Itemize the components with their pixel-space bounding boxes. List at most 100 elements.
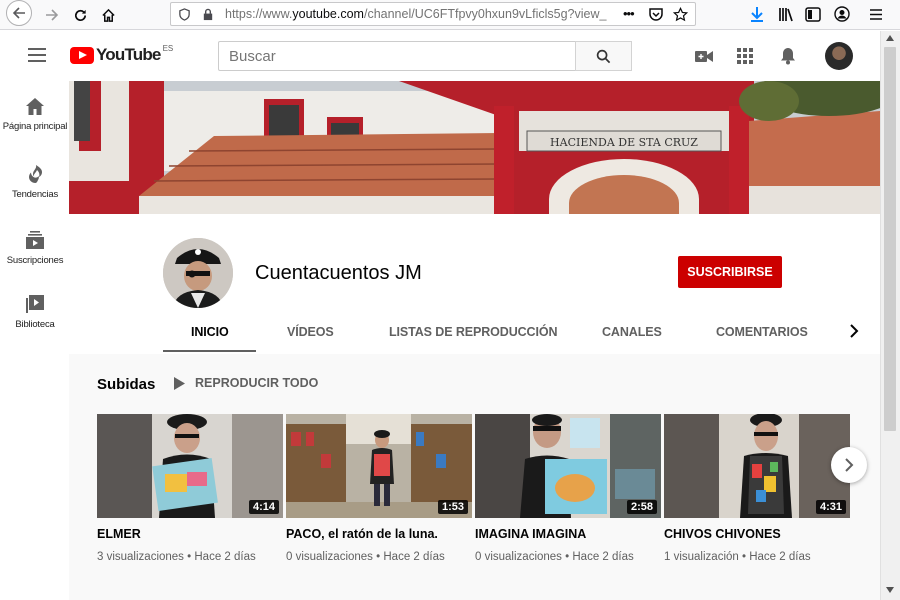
channel-header: Cuentacuentos JM SUSCRIBIRSE INICIO VÍDE… <box>69 214 880 354</box>
download-icon[interactable] <box>749 6 765 23</box>
apps-grid-icon <box>737 48 753 64</box>
sidebar-item-label: Suscripciones <box>6 255 64 266</box>
video-age: Hace 2 días <box>194 551 256 563</box>
video-duration: 2:58 <box>626 500 657 514</box>
video-views: 3 visualizaciones <box>97 551 184 563</box>
search-input[interactable]: Buscar <box>218 41 576 71</box>
search-button[interactable] <box>575 41 632 71</box>
sidebar-item-home[interactable]: Página principal <box>0 98 70 132</box>
scroll-up-arrow-icon[interactable] <box>886 35 894 41</box>
tab-playlists[interactable]: LISTAS DE REPRODUCCIÓN <box>389 325 558 339</box>
play-all-label: REPRODUCIR TODO <box>195 376 319 390</box>
page-actions-icon[interactable]: ••• <box>623 6 635 21</box>
youtube-logo[interactable]: YouTube ES <box>70 43 174 65</box>
video-title[interactable]: PACO, el ratón de la luna. <box>286 527 472 541</box>
video-age: Hace 2 días <box>749 551 811 563</box>
library-icon <box>26 295 44 313</box>
house-icon <box>101 8 115 22</box>
channel-avatar[interactable] <box>163 238 233 308</box>
page-scrollbar[interactable] <box>880 31 900 600</box>
browser-toolbar: https://www.youtube.com/channel/UC6FTfpv… <box>0 0 900 30</box>
shelf-next-button[interactable] <box>831 447 867 483</box>
video-views: 0 visualizaciones <box>286 551 373 563</box>
reload-button[interactable] <box>68 3 92 27</box>
video-thumbnail[interactable]: 4:14 <box>97 414 283 518</box>
channel-banner: HACIENDA DE STA CRUZ <box>69 81 880 214</box>
url-text: https://www.youtube.com/channel/UC6FTfpv… <box>225 7 617 21</box>
video-views: 0 visualizaciones <box>475 551 562 563</box>
address-bar[interactable]: https://www.youtube.com/channel/UC6FTfpv… <box>170 2 696 26</box>
lock-icon[interactable] <box>202 8 214 21</box>
bell-icon <box>781 48 795 65</box>
home-button[interactable] <box>96 3 120 27</box>
tab-comments[interactable]: COMENTARIOS <box>716 325 808 339</box>
guide-menu-icon[interactable] <box>28 48 46 62</box>
video-metadata: 0 visualizaciones • Hace 2 días <box>286 551 445 563</box>
search-placeholder: Buscar <box>229 48 276 65</box>
sidebar-toggle-icon[interactable] <box>805 7 821 22</box>
scroll-down-arrow-icon[interactable] <box>886 587 894 593</box>
scrollbar-thumb[interactable] <box>884 47 896 431</box>
video-thumbnail[interactable]: 1:53 <box>286 414 472 518</box>
subscriptions-icon <box>26 231 44 249</box>
search-icon <box>596 49 611 63</box>
sidebar-item-trending[interactable]: Tendencias <box>0 165 70 200</box>
video-title[interactable]: CHIVOS CHIVONES <box>664 527 850 541</box>
sidebar-item-label: Tendencias <box>11 189 59 200</box>
bookmark-star-icon[interactable] <box>673 7 688 22</box>
video-title[interactable]: IMAGINA IMAGINA <box>475 527 661 541</box>
home-icon <box>26 98 44 115</box>
banner-photo: HACIENDA DE STA CRUZ <box>69 81 880 214</box>
tab-channels[interactable]: CANALES <box>602 325 662 339</box>
video-duration: 4:31 <box>815 500 846 514</box>
url-prefix: https://www. <box>225 7 293 21</box>
subscribe-button[interactable]: SUSCRIBIRSE <box>678 256 782 288</box>
shelf-title: Subidas <box>97 376 156 393</box>
arrow-right-icon <box>46 9 59 21</box>
video-card[interactable]: 4:14 ELMER 3 visualizaciones • Hace 2 dí… <box>97 414 283 563</box>
guide-sidebar: Página principal Tendencias Suscripcione… <box>0 81 70 600</box>
create-video-button[interactable] <box>694 46 714 66</box>
apps-button[interactable] <box>735 46 755 66</box>
menu-icon[interactable] <box>869 8 883 21</box>
arrow-left-icon <box>12 7 25 19</box>
video-camera-icon <box>695 50 713 62</box>
channel-content: Subidas REPRODUCIR TODO 4:14 ELMER 3 vis… <box>69 354 880 600</box>
user-avatar[interactable] <box>825 42 853 70</box>
sidebar-item-label: Biblioteca <box>15 319 55 330</box>
video-age: Hace 2 días <box>383 551 445 563</box>
sidebar-item-library[interactable]: Biblioteca <box>0 295 70 330</box>
video-age: Hace 2 días <box>572 551 634 563</box>
video-title[interactable]: ELMER <box>97 527 283 541</box>
channel-name: Cuentacuentos JM <box>255 262 422 284</box>
video-thumbnail[interactable]: 4:31 <box>664 414 850 518</box>
forward-button[interactable] <box>40 3 64 27</box>
url-path: /channel/UC6FTfpvy0hxun9vLficls5g?view_ <box>363 7 607 21</box>
back-button[interactable] <box>6 0 32 26</box>
library-bookshelf-icon[interactable] <box>778 7 794 22</box>
chevron-right-icon <box>845 458 854 472</box>
notifications-button[interactable] <box>778 46 798 66</box>
sidebar-item-label: Página principal <box>2 121 68 132</box>
video-thumbnail[interactable]: 2:58 <box>475 414 661 518</box>
tab-home[interactable]: INICIO <box>191 325 229 339</box>
video-duration: 4:14 <box>248 500 279 514</box>
flame-icon <box>28 165 42 183</box>
youtube-header: YouTube ES Buscar <box>0 31 880 81</box>
pocket-icon[interactable] <box>649 8 663 21</box>
video-card[interactable]: 2:58 IMAGINA IMAGINA 0 visualizaciones •… <box>475 414 661 563</box>
video-card[interactable]: 4:31 CHIVOS CHIVONES 1 visualización • H… <box>664 414 850 563</box>
shield-icon[interactable] <box>178 8 191 21</box>
account-icon[interactable] <box>834 6 850 22</box>
reload-icon <box>74 9 86 21</box>
logo-country-code: ES <box>162 43 174 53</box>
video-metadata: 0 visualizaciones • Hace 2 días <box>475 551 634 563</box>
youtube-play-icon <box>70 46 94 64</box>
chevron-right-icon[interactable] <box>849 324 859 338</box>
video-card[interactable]: 1:53 PACO, el ratón de la luna. 0 visual… <box>286 414 472 563</box>
play-icon <box>174 376 185 390</box>
video-metadata: 3 visualizaciones • Hace 2 días <box>97 551 256 563</box>
tab-videos[interactable]: VÍDEOS <box>287 325 334 339</box>
play-all-button[interactable]: REPRODUCIR TODO <box>173 376 318 390</box>
sidebar-item-subscriptions[interactable]: Suscripciones <box>0 231 70 266</box>
